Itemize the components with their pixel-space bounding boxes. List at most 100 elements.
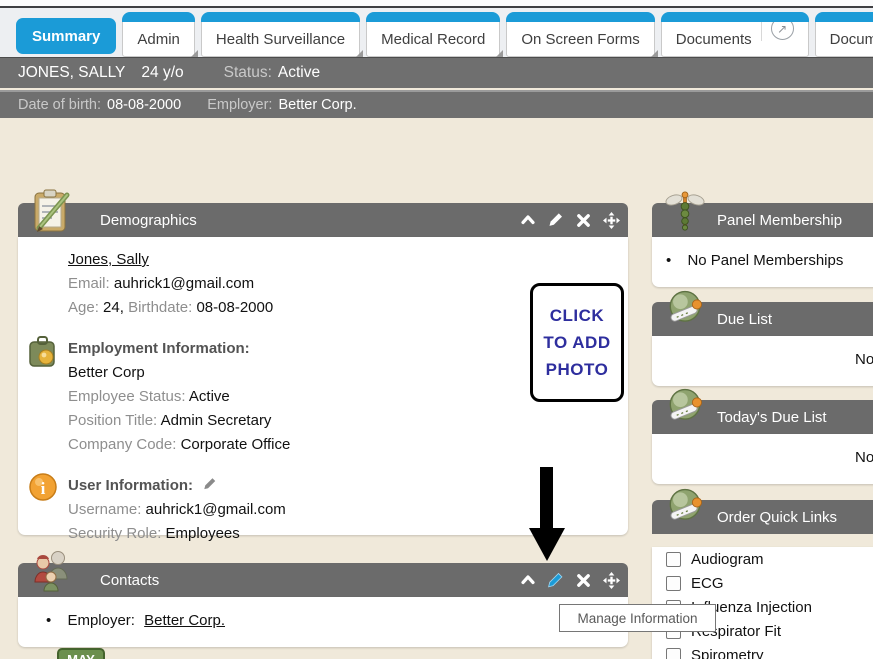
- employment-heading: Employment Information:: [68, 340, 250, 357]
- photo-line: TO ADD: [543, 329, 610, 356]
- demographics-body: Jones, Sally Email: auhrick1@gmail.com A…: [18, 237, 628, 535]
- panel-title: Contacts: [100, 572, 159, 589]
- field-label: Security Role:: [68, 525, 161, 542]
- tab-health-surveillance[interactable]: Health Surveillance: [201, 13, 360, 57]
- checkbox-label: ECG: [691, 575, 724, 592]
- quick-link-row: Spirometry: [652, 643, 873, 659]
- ecg-checkbox[interactable]: [666, 576, 681, 591]
- tab-on-screen-forms[interactable]: On Screen Forms: [506, 13, 654, 57]
- email-label: Email:: [68, 275, 110, 292]
- status-label: Status:: [224, 64, 272, 82]
- contacts-body: • Employer: Better Corp.: [18, 597, 628, 647]
- svg-text:i: i: [41, 479, 46, 498]
- move-icon[interactable]: [603, 572, 620, 589]
- patient-name-link[interactable]: Jones, Sally: [68, 251, 149, 268]
- employer-value: Better Corp.: [278, 97, 356, 113]
- due-list-body: No: [652, 336, 873, 386]
- field-label: Username:: [68, 501, 141, 518]
- contact-employer-link[interactable]: Better Corp.: [144, 612, 225, 629]
- collapse-icon[interactable]: [519, 572, 536, 589]
- app-window: Summary Admin Health Surveillance Medica…: [0, 0, 873, 659]
- bullet: •: [46, 612, 51, 629]
- tab-summary[interactable]: Summary: [16, 18, 116, 54]
- checkbox-label: Spirometry: [691, 647, 764, 659]
- tab-label: Documents: [676, 31, 752, 48]
- field-value: Admin Secretary: [161, 412, 272, 429]
- todays-due-list-panel: Today's Due List No: [652, 400, 873, 484]
- edit-pencil-icon[interactable]: [547, 212, 564, 229]
- empty-list-item: • No Panel Memberships: [652, 237, 873, 269]
- thermometer-bundle-icon: [662, 485, 708, 531]
- employer-label: Employer:: [207, 97, 272, 113]
- caduceus-icon: [662, 188, 708, 234]
- clipped-text: No: [855, 449, 873, 466]
- edit-user-pencil-icon[interactable]: [203, 477, 217, 491]
- tab-label: Admin: [137, 31, 180, 48]
- todays-due-list-body: No: [652, 434, 873, 484]
- close-icon[interactable]: [575, 572, 592, 589]
- field-value: Active: [189, 388, 230, 405]
- panel-membership-body: • No Panel Memberships: [652, 237, 873, 287]
- field-value: Employees: [166, 525, 240, 542]
- user-heading: User Information:: [68, 477, 193, 494]
- thermometer-bundle-icon: [662, 385, 708, 431]
- add-photo-button[interactable]: CLICK TO ADD PHOTO: [530, 283, 624, 402]
- order-quick-links-header: Order Quick Links: [652, 500, 873, 534]
- external-link-icon[interactable]: ↗: [771, 17, 794, 40]
- panel-title: Panel Membership: [717, 212, 842, 229]
- status-value: Active: [278, 64, 320, 82]
- checkbox-label: Audiogram: [691, 551, 764, 568]
- bullet: •: [666, 252, 671, 269]
- empty-text: No Panel Memberships: [687, 252, 843, 269]
- patient-name: JONES, SALLY: [18, 64, 125, 82]
- tab-admin[interactable]: Admin: [122, 13, 195, 57]
- collapse-icon[interactable]: [519, 212, 536, 229]
- tab-medical-record[interactable]: Medical Record: [366, 13, 500, 57]
- panel-title: Order Quick Links: [717, 509, 837, 526]
- dob-value: 08-08-2000: [107, 97, 181, 113]
- patient-age: 24 y/o: [141, 64, 183, 82]
- field-value: auhrick1@gmail.com: [146, 501, 286, 518]
- photo-line: PHOTO: [546, 356, 609, 383]
- manage-information-tooltip: Manage Information: [559, 604, 716, 632]
- email-value: auhrick1@gmail.com: [114, 275, 254, 292]
- tab-label: Medical Record: [381, 31, 485, 48]
- tab-label: Health Surveillance: [216, 31, 345, 48]
- contacts-header: Contacts: [18, 563, 628, 597]
- tab-documents[interactable]: Documents ↗: [661, 13, 809, 57]
- panel-controls: [519, 203, 620, 237]
- close-icon[interactable]: [575, 212, 592, 229]
- demographics-header: Demographics: [18, 203, 628, 237]
- tab-bar: Summary Admin Health Surveillance Medica…: [0, 8, 873, 57]
- tab-divider: [761, 15, 762, 41]
- order-quick-links-body: Audiogram ECG Influenza Injection Respir…: [652, 547, 873, 659]
- tab-label: Documents-DV: [830, 31, 873, 48]
- contact-list-item: • Employer: Better Corp.: [18, 597, 628, 629]
- age-label: Age:: [68, 299, 99, 316]
- edit-pencil-icon-hovered[interactable]: [547, 572, 564, 589]
- calendar-month-icon: MAY: [57, 648, 105, 659]
- contacts-panel: Contacts • Employer: Better C: [18, 563, 628, 647]
- panel-title: Due List: [717, 311, 772, 328]
- audiogram-checkbox[interactable]: [666, 552, 681, 567]
- quick-link-row: ECG: [652, 571, 873, 595]
- contact-employer-label: Employer:: [67, 612, 135, 629]
- patient-detail-bar: Date of birth: 08-08-2000 Employer: Bett…: [0, 90, 873, 118]
- tab-label: On Screen Forms: [521, 31, 639, 48]
- spirometry-checkbox[interactable]: [666, 648, 681, 659]
- panel-controls: [519, 563, 620, 597]
- quick-link-row: Audiogram: [652, 547, 873, 571]
- due-list-header: Due List: [652, 302, 873, 336]
- info-icon: i: [28, 472, 58, 502]
- tab-documents-dv[interactable]: Documents-DV ↗: [815, 13, 873, 57]
- field-label: Company Code:: [68, 436, 176, 453]
- panel-title: Today's Due List: [717, 409, 827, 426]
- field-label: Position Title:: [68, 412, 157, 429]
- age-value: 24,: [103, 299, 124, 316]
- dob-label: Date of birth:: [18, 97, 101, 113]
- order-quick-links-panel: Order Quick Links Audiogram ECG Influenz…: [652, 500, 873, 659]
- panel-membership-panel: Panel Membership • No Panel Memberships: [652, 203, 873, 287]
- panel-membership-header: Panel Membership: [652, 203, 873, 237]
- thermometer-bundle-icon: [662, 287, 708, 333]
- move-icon[interactable]: [603, 212, 620, 229]
